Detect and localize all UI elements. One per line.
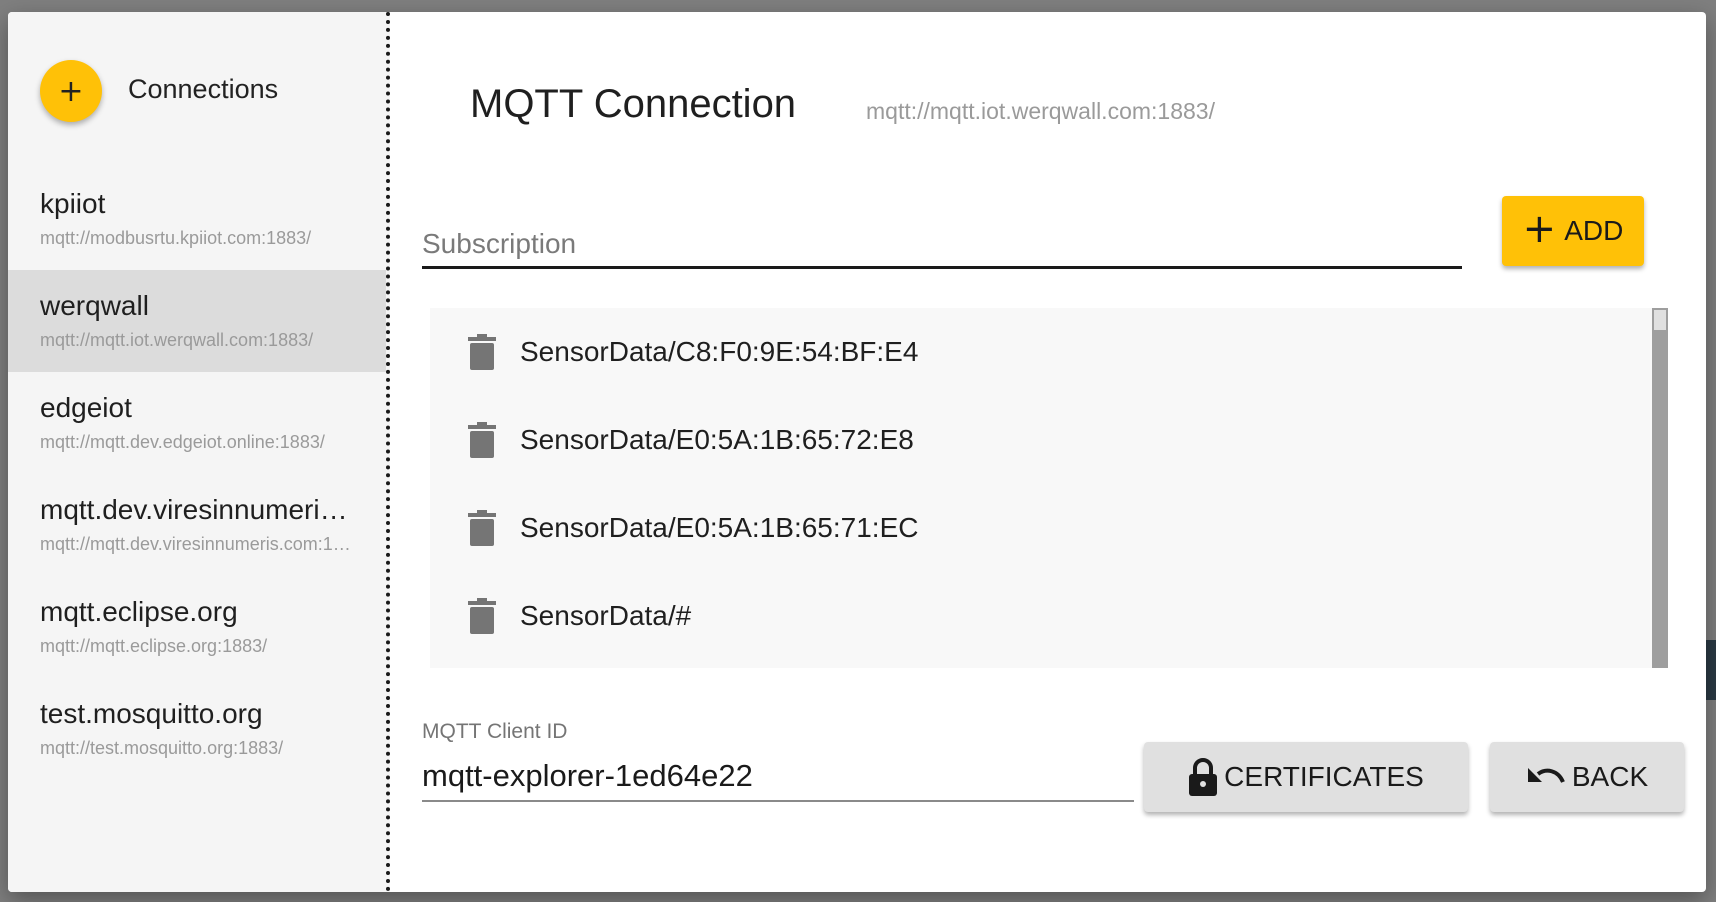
trash-icon[interactable] — [468, 510, 496, 546]
undo-icon — [1527, 768, 1565, 783]
client-id-field[interactable] — [422, 752, 1134, 802]
subscription-topic: SensorData/E0:5A:1B:65:72:E8 — [520, 424, 914, 455]
subscription-item: SensorData/E0:5A:1B:65:72:E8 — [430, 396, 1660, 484]
connection-name: kpiiot — [40, 188, 106, 219]
subscription-item: SensorData/# — [430, 572, 1660, 660]
connection-item-werqwall[interactable]: werqwall mqtt://mqtt.iot.werqwall.com:18… — [8, 270, 386, 372]
subscription-topic: SensorData/E0:5A:1B:65:71:EC — [520, 512, 919, 543]
connection-item-viresinnumeris[interactable]: mqtt.dev.viresinnumeris.com mqtt://mqtt.… — [8, 474, 386, 576]
client-id-label: MQTT Client ID — [422, 720, 568, 743]
connection-url: mqtt://mqtt.iot.werqwall.com:1883/ — [40, 330, 314, 350]
trash-icon[interactable] — [468, 598, 496, 634]
scrollbar-thumb[interactable] — [1654, 310, 1666, 330]
connection-url: mqtt://mqtt.dev.viresinnumeris.com:1883/ — [40, 534, 360, 554]
connection-item-kpiiot[interactable]: kpiiot mqtt://modbusrtu.kpiiot.com:1883/ — [8, 168, 386, 270]
add-label: ADD — [1564, 215, 1624, 246]
connection-name: test.mosquitto.org — [40, 698, 263, 729]
connection-name: mqtt.dev.viresinnumeris.com — [40, 494, 360, 525]
connection-url: mqtt://test.mosquitto.org:1883/ — [40, 738, 284, 758]
connection-item-edgeiot[interactable]: edgeiot mqtt://mqtt.dev.edgeiot.online:1… — [8, 372, 386, 474]
connection-item-mosquitto[interactable]: test.mosquitto.org mqtt://test.mosquitto… — [8, 678, 386, 780]
connection-item-eclipse[interactable]: mqtt.eclipse.org mqtt://mqtt.eclipse.org… — [8, 576, 386, 678]
subscription-scrollbar[interactable] — [1652, 308, 1668, 668]
connection-url: mqtt://mqtt.dev.edgeiot.online:1883/ — [40, 432, 325, 452]
add-subscription-button[interactable]: + ADD — [1502, 196, 1644, 266]
certificates-label: CERTIFICATES — [1224, 761, 1424, 792]
connection-url-header: mqtt://mqtt.iot.werqwall.com:1883/ — [866, 98, 1215, 124]
connection-name: werqwall — [40, 290, 149, 321]
back-button[interactable]: BACK — [1490, 742, 1684, 812]
subscription-topic: SensorData/# — [520, 600, 692, 631]
trash-icon[interactable] — [468, 422, 496, 458]
certificates-button[interactable]: CERTIFICATES — [1144, 742, 1468, 812]
subscription-topic: SensorData/C8:F0:9E:54:BF:E4 — [520, 336, 919, 367]
page-title: MQTT Connection — [470, 82, 797, 126]
lock-icon — [1189, 758, 1218, 796]
add-connection-button[interactable]: + — [40, 60, 102, 122]
connection-dialog: + Connections kpiiot mqtt://modbusrtu.kp… — [8, 12, 1706, 892]
connection-name: edgeiot — [40, 392, 132, 423]
connection-list: kpiiot mqtt://modbusrtu.kpiiot.com:1883/… — [8, 168, 386, 780]
subscription-item: SensorData/C8:F0:9E:54:BF:E4 — [430, 308, 1660, 396]
connections-sidebar: + Connections kpiiot mqtt://modbusrtu.kp… — [8, 12, 390, 892]
subscription-input[interactable] — [422, 222, 1462, 269]
connection-url: mqtt://mqtt.eclipse.org:1883/ — [40, 636, 268, 656]
plus-icon: + — [58, 73, 84, 109]
connection-url: mqtt://modbusrtu.kpiiot.com:1883/ — [40, 228, 312, 248]
back-label: BACK — [1571, 761, 1649, 792]
subscription-item: SensorData/E0:5A:1B:65:71:EC — [430, 484, 1660, 572]
connection-name: mqtt.eclipse.org — [40, 596, 238, 627]
plus-icon: + — [1522, 206, 1557, 252]
sidebar-title: Connections — [128, 74, 279, 104]
trash-icon[interactable] — [468, 334, 496, 370]
subscription-list: SensorData/C8:F0:9E:54:BF:E4 SensorData/… — [430, 308, 1660, 668]
background-panel — [1706, 640, 1716, 700]
